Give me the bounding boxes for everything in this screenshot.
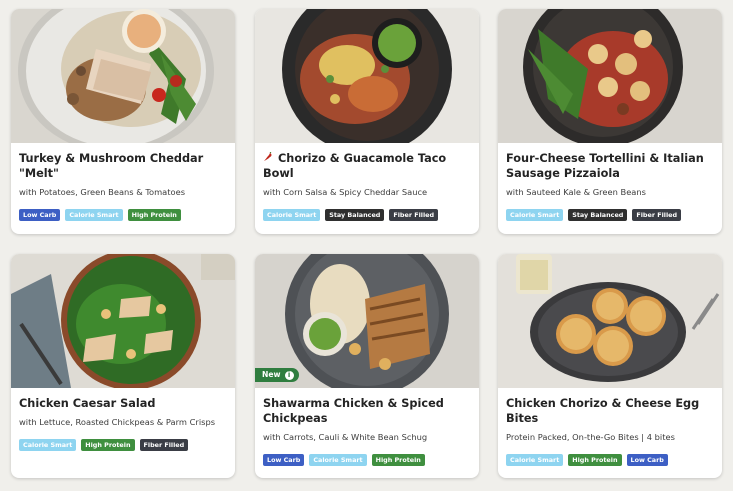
tag-calorie-smart: Calorie Smart <box>263 209 321 221</box>
meal-title[interactable]: Chicken Caesar Salad <box>19 396 227 411</box>
meal-tags: Calorie Smart High Protein Low Carb <box>506 454 714 466</box>
meal-card-shawarma-chicken[interactable]: New i Shawarma Chicken & Spiced Chickpeas… <box>255 254 479 478</box>
meal-title[interactable]: Chicken Chorizo & Cheese Egg Bites <box>506 396 714 426</box>
meal-tags: Low Carb Calorie Smart High Protein <box>19 209 227 221</box>
meal-subtitle: with Lettuce, Roasted Chickpeas & Parm C… <box>19 417 216 427</box>
new-badge[interactable]: New i <box>255 368 299 382</box>
chili-pepper-icon <box>263 151 273 166</box>
meal-image[interactable] <box>11 9 235 143</box>
tag-high-protein: High Protein <box>127 209 181 221</box>
tag-high-protein: High Protein <box>568 454 622 466</box>
tag-fiber-filled: Fiber Filled <box>389 209 439 221</box>
meal-title[interactable]: Four-Cheese Tortellini & Italian Sausage… <box>506 151 714 181</box>
meal-image[interactable]: New i <box>255 254 479 388</box>
meal-subtitle: with Corn Salsa & Spicy Cheddar Sauce <box>263 187 428 197</box>
tag-calorie-smart: Calorie Smart <box>19 439 77 451</box>
meal-tags: Calorie Smart Stay Balanced Fiber Filled <box>506 209 714 221</box>
meal-subtitle: with Sauteed Kale & Green Beans <box>506 187 646 197</box>
tag-low-carb: Low Carb <box>19 209 61 221</box>
tag-stay-balanced: Stay Balanced <box>568 209 628 221</box>
tag-high-protein: High Protein <box>371 454 425 466</box>
meal-subtitle: with Potatoes, Green Beans & Tomatoes <box>19 187 186 197</box>
tag-high-protein: High Protein <box>81 439 135 451</box>
tag-low-carb: Low Carb <box>626 454 668 466</box>
meal-image[interactable] <box>11 254 235 388</box>
meal-title[interactable]: Turkey & Mushroom Cheddar "Melt" <box>19 151 227 181</box>
tag-calorie-smart: Calorie Smart <box>309 454 367 466</box>
meal-subtitle: Protein Packed, On-the-Go Bites | 4 bite… <box>506 432 675 442</box>
tag-stay-balanced: Stay Balanced <box>325 209 385 221</box>
tag-calorie-smart: Calorie Smart <box>65 209 123 221</box>
new-badge-label: New <box>262 370 281 379</box>
tag-low-carb: Low Carb <box>263 454 305 466</box>
meal-card-chorizo-taco-bowl[interactable]: Chorizo & Guacamole Taco Bowl with Corn … <box>255 9 479 234</box>
meal-card-tortellini-pizzaiola[interactable]: Four-Cheese Tortellini & Italian Sausage… <box>498 9 722 234</box>
meal-image[interactable] <box>498 254 722 388</box>
info-icon[interactable]: i <box>284 370 294 380</box>
meal-card-egg-bites[interactable]: Chicken Chorizo & Cheese Egg Bites Prote… <box>498 254 722 478</box>
meal-card-turkey-melt[interactable]: Turkey & Mushroom Cheddar "Melt" with Po… <box>11 9 235 234</box>
tag-calorie-smart: Calorie Smart <box>506 454 564 466</box>
meal-tags: Calorie Smart High Protein Fiber Filled <box>19 439 227 451</box>
meal-image[interactable] <box>498 9 722 143</box>
meal-title[interactable]: Shawarma Chicken & Spiced Chickpeas <box>263 396 471 426</box>
tag-calorie-smart: Calorie Smart <box>506 209 564 221</box>
meal-title[interactable]: Chorizo & Guacamole Taco Bowl <box>263 151 471 181</box>
tag-fiber-filled: Fiber Filled <box>139 439 189 451</box>
meal-title-text: Chorizo & Guacamole Taco Bowl <box>263 152 447 180</box>
meal-tags: Low Carb Calorie Smart High Protein <box>263 454 471 466</box>
meal-image[interactable] <box>255 9 479 143</box>
tag-fiber-filled: Fiber Filled <box>632 209 682 221</box>
meal-card-chicken-caesar-salad[interactable]: Chicken Caesar Salad with Lettuce, Roast… <box>11 254 235 478</box>
meal-tags: Calorie Smart Stay Balanced Fiber Filled <box>263 209 471 221</box>
meal-subtitle: with Carrots, Cauli & White Bean Schug <box>263 432 428 442</box>
